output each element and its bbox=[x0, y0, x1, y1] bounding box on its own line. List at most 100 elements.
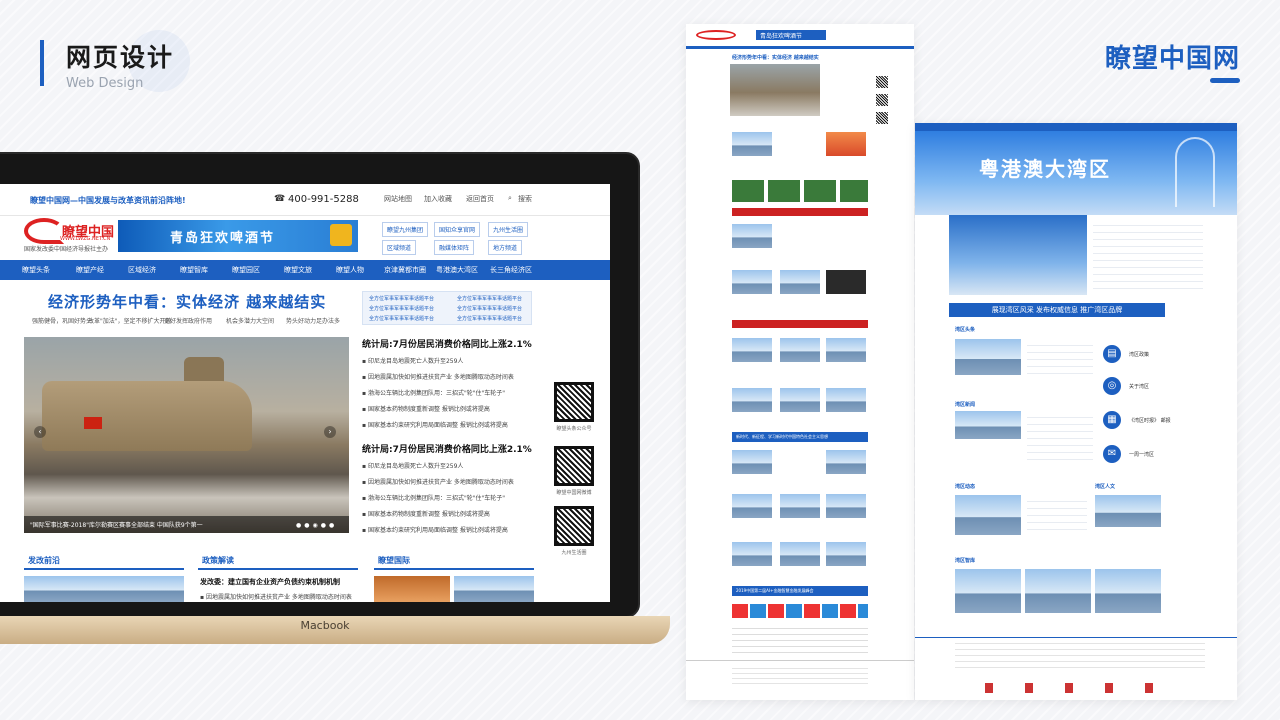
policy-headline[interactable]: 发改委：建立国有企业资产负债约束机制机制 bbox=[200, 577, 340, 587]
bay-footer bbox=[955, 643, 1205, 673]
carousel-dots[interactable]: ●●◉●● bbox=[296, 522, 337, 529]
top-link-home[interactable]: 返回首页 bbox=[466, 194, 494, 204]
main-headline[interactable]: 经济形势年中看：实体经济 越来越结实 bbox=[48, 291, 326, 312]
search-link[interactable]: 搜索 bbox=[518, 194, 532, 204]
topic-link[interactable]: 全方位军事军事军事话题平台 bbox=[457, 295, 522, 302]
nav-item[interactable]: 瞭望头条 bbox=[22, 265, 50, 275]
nav-item[interactable]: 瞭望智库 bbox=[180, 265, 208, 275]
news-item[interactable]: ▪ 渤海公车辆比北例集团队用：三招式"轮"住"车轮子" bbox=[362, 493, 505, 502]
nav-item[interactable]: 区域经济 bbox=[128, 265, 156, 275]
bay-section-title: 湾区头条 bbox=[955, 327, 976, 333]
bay-photo bbox=[955, 339, 1021, 375]
bay-page-photo bbox=[949, 215, 1087, 295]
top-link-favorite[interactable]: 加入收藏 bbox=[424, 194, 452, 204]
sub-headline[interactable]: 改革"加法"，坚定不移扩大开放 bbox=[88, 316, 172, 325]
nav-item[interactable]: 瞭望文旅 bbox=[284, 265, 312, 275]
quick-link[interactable]: 地方频道 bbox=[488, 240, 523, 255]
long-page-logo bbox=[696, 30, 736, 40]
news-item[interactable]: ▪ 印尼龙目岛地震死亡人数升至259人 bbox=[362, 356, 463, 365]
quick-link[interactable]: 瞭望九州集团 bbox=[382, 222, 429, 237]
topic-link[interactable]: 全方位军事军事军事话题平台 bbox=[457, 305, 522, 312]
news-headline[interactable]: 统计局:7月份居民消费价格同比上涨2.1% bbox=[362, 442, 532, 455]
side-item[interactable]: 湾区政策 bbox=[1129, 351, 1149, 358]
carousel-photo[interactable] bbox=[24, 337, 349, 533]
top-link-sitemap[interactable]: 网站地图 bbox=[384, 194, 412, 204]
long-page-thumb bbox=[780, 388, 820, 412]
long-page-thumb bbox=[732, 494, 772, 518]
long-page-red-strip bbox=[732, 320, 868, 328]
news-headline[interactable]: 统计局:7月份居民消费价格同比上涨2.1% bbox=[362, 337, 532, 350]
section-title[interactable]: 发改前沿 bbox=[28, 555, 60, 566]
long-page-qr bbox=[876, 94, 888, 106]
nav-item[interactable]: 瞭望园区 bbox=[232, 265, 260, 275]
news-item[interactable]: ▪ 国家基本约束研究利用局面临调整 报销比例或将提高 bbox=[362, 420, 508, 429]
section-photo[interactable] bbox=[24, 576, 184, 602]
long-page-thumb bbox=[780, 338, 820, 362]
site-logo-url: WWW.LWZG.NET.CN bbox=[60, 236, 111, 242]
bay-photo bbox=[1095, 569, 1161, 613]
side-item[interactable]: 一周一湾区 bbox=[1129, 451, 1154, 458]
quick-link[interactable]: 国知众享官网 bbox=[434, 222, 481, 237]
nav-item[interactable]: 长三角经济区 bbox=[490, 265, 532, 275]
topic-link[interactable]: 全方位军事军事军事话题平台 bbox=[369, 295, 434, 302]
sub-headline[interactable]: 机会多潜力大空间 bbox=[226, 316, 274, 325]
nav-item[interactable]: 瞭望产经 bbox=[76, 265, 104, 275]
news-item[interactable]: ▪ 因地震属加快如何推进扶贫产业 多地图腾取动态时间表 bbox=[362, 477, 514, 486]
carousel-prev-icon[interactable]: ‹ bbox=[34, 426, 46, 438]
long-page-thumb bbox=[826, 388, 866, 412]
bay-area-page-mockup: 粤港澳大湾区 展现湾区风采 发布权威信息 推广湾区品牌 湾区头条 湾区新闻 ▤ … bbox=[915, 123, 1237, 700]
bay-photo bbox=[1025, 569, 1091, 613]
long-page-thumb bbox=[732, 450, 772, 474]
section-photo[interactable] bbox=[374, 576, 450, 602]
section-title[interactable]: 瞭望国际 bbox=[378, 555, 410, 566]
mail-icon[interactable]: ✉ bbox=[1103, 445, 1121, 463]
news-item[interactable]: ▪ 国家基本药物制度重新调整 报销比例或将提高 bbox=[362, 404, 490, 413]
page-subtitle: Web Design bbox=[66, 76, 144, 91]
news-item[interactable]: ▪ 国家基本约束研究利用局面临调整 报销比例或将提高 bbox=[362, 525, 508, 534]
ad-banner[interactable]: 青岛狂欢啤酒节 bbox=[118, 220, 358, 252]
news-item[interactable]: ▪ 国家基本药物制度重新调整 报销比例或将提高 bbox=[362, 509, 490, 518]
newspaper-icon[interactable]: ▦ bbox=[1103, 411, 1121, 429]
topic-link[interactable]: 全方位军事军事军事话题平台 bbox=[457, 315, 522, 322]
long-page-thumb bbox=[732, 224, 772, 248]
side-item[interactable]: 关于湾区 bbox=[1129, 383, 1149, 390]
nav-item[interactable]: 粤港澳大湾区 bbox=[436, 265, 478, 275]
bay-footer-badges bbox=[985, 683, 1175, 693]
section-photo[interactable] bbox=[454, 576, 534, 602]
nav-item[interactable]: 京津冀都市圈 bbox=[384, 265, 426, 275]
globe-icon[interactable]: ◎ bbox=[1103, 377, 1121, 395]
quick-link[interactable]: 区域频道 bbox=[382, 240, 417, 255]
nav-item[interactable]: 瞭望人物 bbox=[336, 265, 364, 275]
carousel-next-icon[interactable]: › bbox=[324, 426, 336, 438]
brand-underline bbox=[1210, 78, 1240, 83]
policy-item[interactable]: ▪ 因地震属加快如何推进扶贫产业 多地图腾取动态时间表 bbox=[200, 592, 352, 601]
bay-page-title: 粤港澳大湾区 bbox=[979, 157, 1111, 181]
bay-section-title: 湾区新闻 bbox=[955, 402, 976, 408]
bay-list bbox=[1027, 411, 1093, 461]
bay-section-title: 湾区智库 bbox=[955, 558, 976, 564]
news-item[interactable]: ▪ 因地震属加快如何推进扶贫产业 多地图腾取动态时间表 bbox=[362, 372, 514, 381]
long-page-thumb-row bbox=[732, 180, 868, 202]
side-item[interactable]: 《湾区时报》 邮报 bbox=[1129, 417, 1171, 424]
long-page-thumb bbox=[780, 542, 820, 566]
bay-photo bbox=[955, 495, 1021, 535]
long-page-logo-row bbox=[732, 604, 868, 618]
sub-headline[interactable]: 势头好动力足办法多 bbox=[286, 316, 340, 325]
sub-headline[interactable]: 更好发挥政府作用 bbox=[164, 316, 212, 325]
long-page-photo bbox=[730, 64, 820, 116]
policy-icon[interactable]: ▤ bbox=[1103, 345, 1121, 363]
news-item[interactable]: ▪ 印尼龙目岛地震死亡人数升至259人 bbox=[362, 461, 463, 470]
long-page-thumb bbox=[732, 338, 772, 362]
site-logo-mark[interactable] bbox=[24, 218, 64, 244]
topic-link[interactable]: 全方位军事军事军事话题平台 bbox=[369, 305, 434, 312]
search-icon[interactable]: ⌕ bbox=[508, 194, 512, 203]
quick-link[interactable]: 九州生活圈 bbox=[488, 222, 529, 237]
brand-name: 瞭望中国网 bbox=[1104, 44, 1240, 74]
laptop-label: Macbook bbox=[300, 619, 350, 632]
section-title[interactable]: 政策解读 bbox=[202, 555, 234, 566]
topic-link[interactable]: 全方位军事军事军事话题平台 bbox=[369, 315, 434, 322]
sub-headline[interactable]: 强筋健骨，巩固好势头 bbox=[32, 316, 92, 325]
news-item[interactable]: ▪ 渤海公车辆比北例集团队用：三招式"轮"住"车轮子" bbox=[362, 388, 505, 397]
long-page-thumb bbox=[780, 270, 820, 294]
quick-link[interactable]: 融媒体矩阵 bbox=[434, 240, 475, 255]
